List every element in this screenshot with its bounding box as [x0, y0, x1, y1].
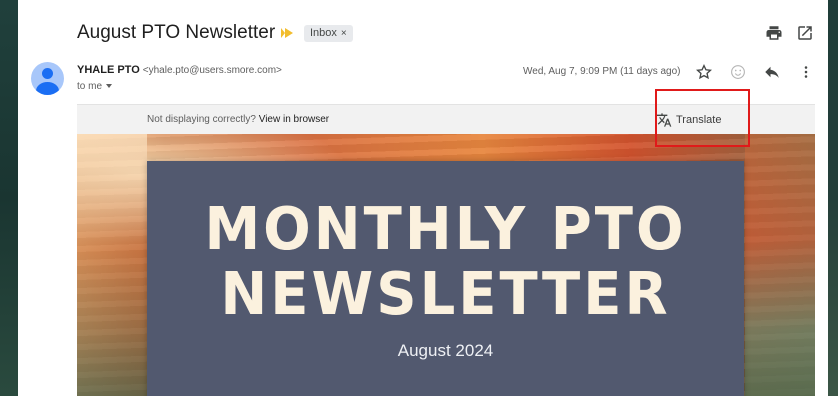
reply-icon[interactable]	[763, 63, 781, 81]
email-datetime: Wed, Aug 7, 9:09 PM (11 days ago)	[523, 66, 681, 77]
display-notice: Not displaying correctly? View in browse…	[147, 114, 329, 125]
avatar-head	[42, 68, 53, 79]
inbox-label-text: Inbox	[310, 27, 337, 39]
sender-email: <yhale.pto@users.smore.com>	[142, 65, 282, 76]
avatar-body	[36, 82, 59, 95]
email-view: August PTO Newsletter Inbox × YHALE PTO <y…	[18, 0, 828, 396]
inbox-label-chip[interactable]: Inbox ×	[304, 25, 353, 42]
chevron-down-icon	[106, 84, 113, 89]
more-vert-icon[interactable]	[797, 63, 815, 81]
email-subject: August PTO Newsletter	[77, 22, 276, 43]
newsletter-hero-image: MONTHLY PTO NEWSLETTER August 2024	[77, 134, 815, 396]
recipient-details-toggle[interactable]: to me	[77, 81, 113, 92]
emoji-reaction-icon[interactable]	[729, 63, 747, 81]
hero-left-edge	[77, 134, 147, 396]
open-in-new-window-icon[interactable]	[796, 24, 814, 42]
newsletter-date: August 2024	[397, 341, 494, 360]
notice-text: Not displaying correctly?	[147, 114, 256, 125]
background-right	[828, 0, 838, 396]
background-left	[0, 0, 18, 396]
recipient-label: to me	[77, 81, 103, 92]
importance-marker-icon[interactable]	[281, 28, 293, 38]
sender-line: YHALE PTO <yhale.pto@users.smore.com>	[77, 64, 282, 76]
remove-label-icon[interactable]: ×	[341, 28, 347, 39]
hero-right-edge	[745, 134, 815, 396]
print-icon[interactable]	[765, 24, 783, 42]
newsletter-title-line1: MONTHLY PTO	[204, 195, 687, 264]
newsletter-title-card: MONTHLY PTO NEWSLETTER August 2024	[147, 161, 744, 396]
view-in-browser-link[interactable]: View in browser	[259, 114, 329, 125]
sender-name[interactable]: YHALE PTO	[77, 64, 140, 76]
sender-avatar[interactable]	[31, 62, 64, 95]
translate-highlight-box	[655, 89, 750, 147]
newsletter-title-line2: NEWSLETTER	[220, 260, 671, 329]
star-icon[interactable]	[695, 63, 713, 81]
